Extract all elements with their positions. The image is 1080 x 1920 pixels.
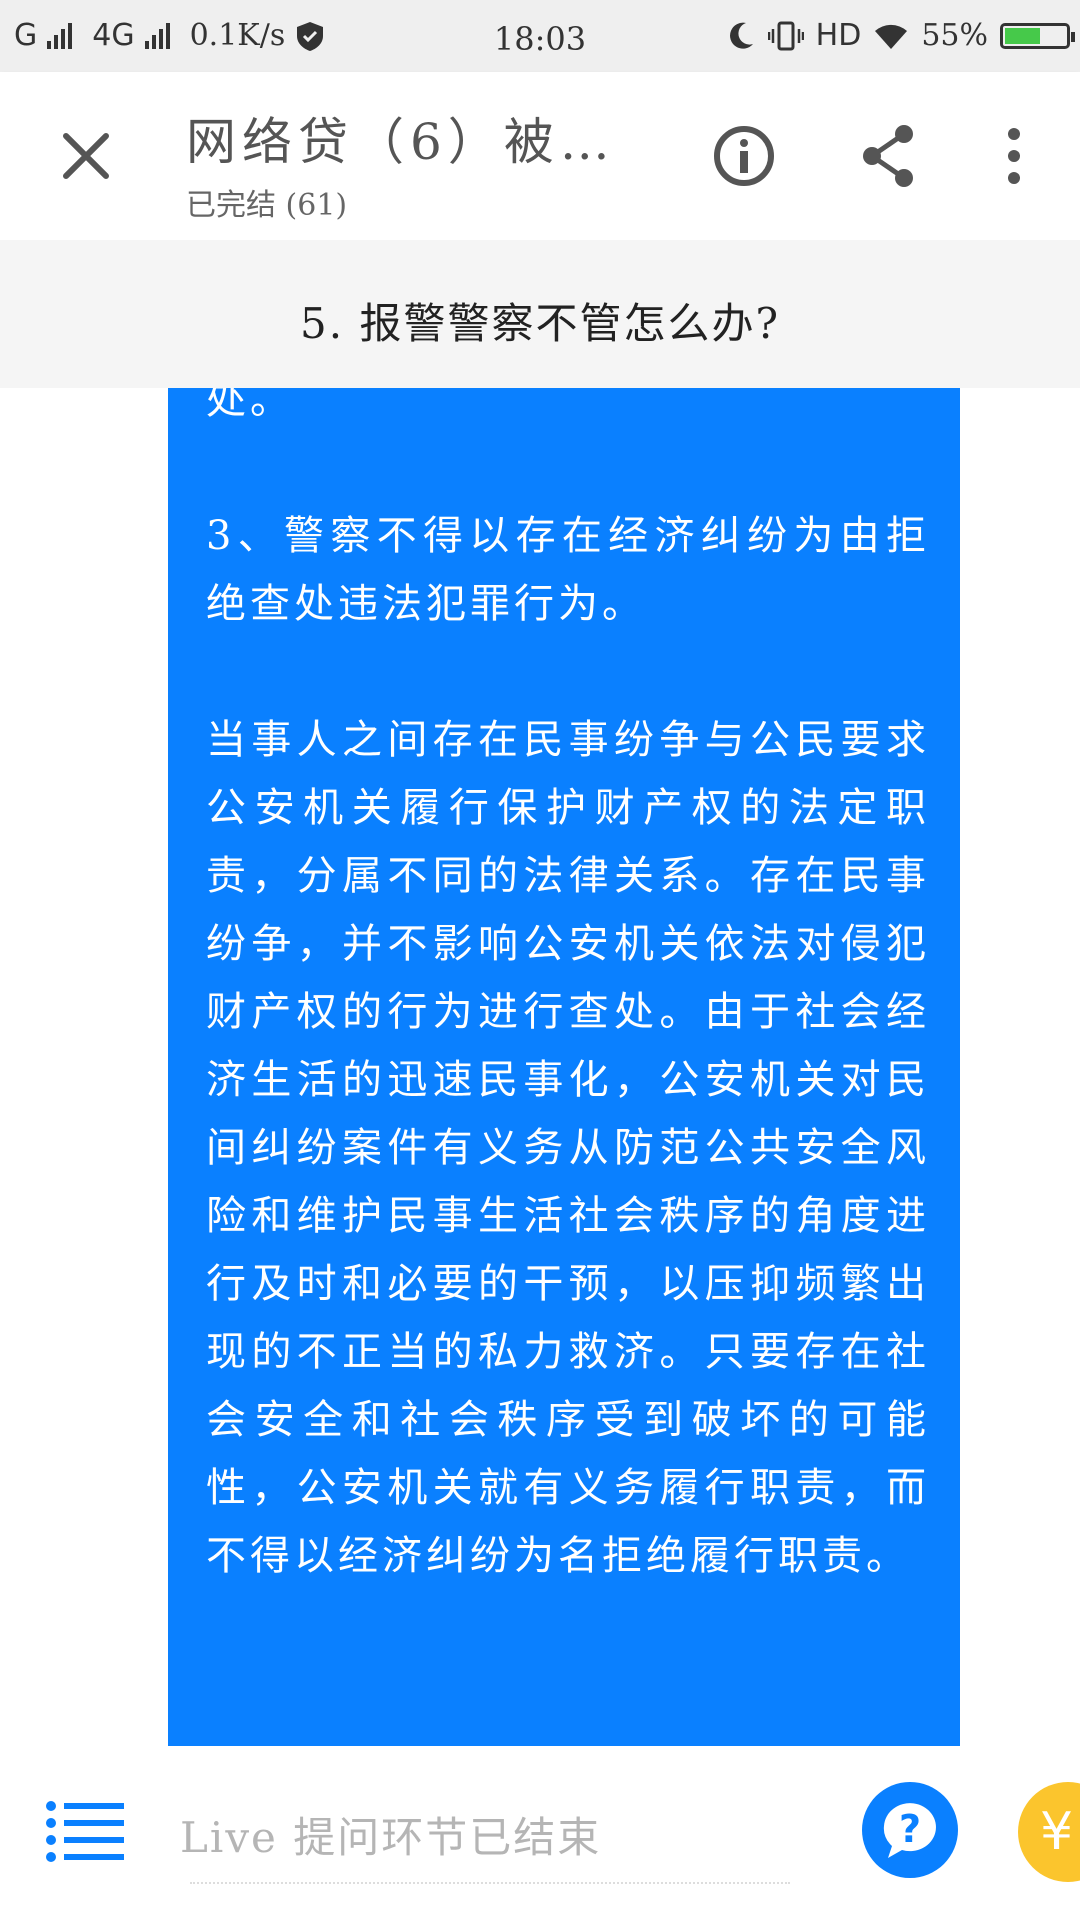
- input-underline: [190, 1882, 790, 1884]
- question-icon: ?: [883, 1803, 936, 1858]
- more-icon[interactable]: [978, 120, 1050, 192]
- question-button[interactable]: ?: [862, 1782, 958, 1878]
- question-input[interactable]: Live 提问环节已结束: [180, 1804, 601, 1865]
- svg-text:?: ?: [899, 1807, 921, 1851]
- info-icon[interactable]: [708, 120, 780, 192]
- status-bar-right: HD 55%: [726, 18, 1075, 53]
- content-card: 处。 3、警察不得以存在经济纠纷为由拒绝查处违法犯罪行为。 当事人之间存在民事纷…: [168, 388, 960, 1746]
- vibrate-icon: [767, 21, 804, 50]
- content-paragraph: 3、警察不得以存在经济纠纷为由拒绝查处违法犯罪行为。: [206, 513, 930, 627]
- content-paragraph: 当事人之间存在民事纷争与公民要求公安机关履行保护财产权的法定职责，分属不同的法律…: [206, 717, 930, 1579]
- coin-icon[interactable]: ¥: [1018, 1782, 1080, 1882]
- close-icon[interactable]: [50, 120, 122, 192]
- page-subtitle: 已完结 (61): [186, 188, 348, 223]
- share-icon[interactable]: [852, 120, 924, 192]
- status-bar: G 4G 0.1K/s 18:03 HD 55%: [0, 0, 1080, 72]
- battery-icon: [1000, 22, 1075, 49]
- section-header: 5. 报警警察不管怎么办?: [0, 240, 1080, 388]
- wifi-icon: [875, 24, 908, 49]
- content-text: 处。 3、警察不得以存在经济纠纷为由拒绝查处违法犯罪行为。 当事人之间存在民事纷…: [206, 388, 930, 1658]
- menu-list-icon[interactable]: [46, 1800, 124, 1862]
- app-header: 网络贷（6）被… 已完结 (61): [0, 72, 1080, 240]
- page-title: 网络贷（6）被…: [186, 113, 616, 171]
- content-paragraph: 处。: [206, 388, 294, 423]
- section-title: 5. 报警警察不管怎么办?: [300, 299, 780, 348]
- moon-icon: [729, 22, 753, 49]
- battery-percent: 55%: [921, 18, 988, 53]
- hd-label: HD: [815, 18, 862, 53]
- bottom-bar: Live 提问环节已结束 ? ¥: [0, 1746, 1080, 1920]
